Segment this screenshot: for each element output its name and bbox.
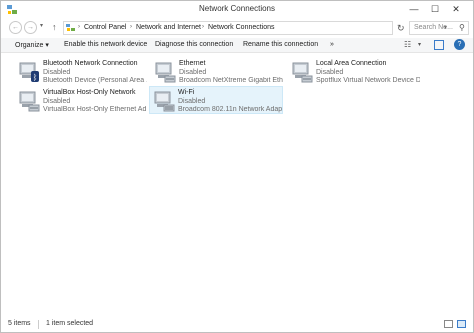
search-placeholder: Search Ne... <box>414 24 453 31</box>
list-item[interactable]: Ethernet Disabled Broadcom NetXtreme Gig… <box>151 58 285 86</box>
forward-button[interactable]: → <box>24 21 37 34</box>
breadcrumb-network-and-internet[interactable]: Network and Internet <box>136 24 201 31</box>
list-item[interactable]: Local Area Connection Disabled Spotflux … <box>288 58 422 86</box>
connections-list: ᛒ Bluetooth Network Connection Disabled … <box>1 54 473 316</box>
svg-text:ᛒ: ᛒ <box>33 73 38 82</box>
enable-device-button[interactable]: Enable this network device <box>64 41 147 48</box>
connection-name: Wi-Fi <box>178 89 195 96</box>
organize-menu[interactable]: Organize ▾ <box>15 41 49 49</box>
recent-locations-chevron-icon[interactable]: ▾ <box>40 22 43 29</box>
breadcrumb-separator-icon: › <box>202 24 204 30</box>
details-view-icon[interactable] <box>444 320 453 328</box>
diagnose-connection-button[interactable]: Diagnose this connection <box>155 41 233 48</box>
navigation-bar: ← → ▾ ↑ › Control Panel › Network and In… <box>1 19 473 37</box>
minimize-button[interactable]: — <box>405 1 423 17</box>
explorer-window: Network Connections — ☐ ✕ ← → ▾ ↑ › Cont… <box>0 0 474 333</box>
list-item[interactable]: ᛒ Bluetooth Network Connection Disabled … <box>15 58 149 86</box>
local-area-adapter-icon <box>292 62 313 83</box>
ethernet-adapter-icon <box>155 62 176 83</box>
connection-status: Disabled <box>178 98 206 105</box>
up-arrow-icon[interactable]: ↑ <box>52 22 57 32</box>
status-bar: 5 items 1 item selected <box>1 317 473 332</box>
view-options-chevron-icon[interactable]: ▾ <box>418 41 421 48</box>
item-count: 5 items <box>8 320 31 327</box>
breadcrumb-separator-icon: › <box>130 24 132 30</box>
maximize-button[interactable]: ☐ <box>426 1 444 17</box>
breadcrumb-separator-icon: › <box>78 24 80 30</box>
preview-pane-icon[interactable] <box>434 40 444 50</box>
status-divider <box>38 320 39 329</box>
breadcrumb-network-connections[interactable]: Network Connections <box>208 24 275 31</box>
connection-name: Ethernet <box>179 60 206 67</box>
connection-status: Disabled <box>43 69 71 76</box>
connection-name: Local Area Connection <box>316 60 387 67</box>
bluetooth-adapter-icon: ᛒ <box>19 62 39 82</box>
virtualbox-adapter-icon <box>19 91 40 112</box>
connection-status: Disabled <box>316 69 344 76</box>
selection-count: 1 item selected <box>46 320 94 327</box>
back-button[interactable]: ← <box>9 21 22 34</box>
connection-status: Disabled <box>179 69 207 76</box>
connection-device: Bluetooth Device (Personal Area ... <box>43 77 147 84</box>
help-icon[interactable]: ? <box>454 39 465 50</box>
more-commands-button[interactable]: » <box>330 41 334 48</box>
breadcrumb-control-panel[interactable]: Control Panel <box>84 24 126 31</box>
connection-device: Broadcom NetXtreme Gigabit Eth... <box>179 77 283 84</box>
address-bar[interactable]: › Control Panel › Network and Internet ›… <box>63 21 447 35</box>
command-bar: Organize ▾ Enable this network device Di… <box>1 38 473 53</box>
search-input[interactable]: Search Ne... ⚲ <box>409 21 469 35</box>
connection-name: VirtualBox Host-Only Network <box>43 89 136 96</box>
refresh-icon[interactable]: ↻ <box>397 23 405 34</box>
connection-name: Bluetooth Network Connection <box>43 60 138 67</box>
connection-status: Disabled <box>43 98 71 105</box>
wifi-adapter-icon <box>154 91 175 112</box>
connection-device: VirtualBox Host-Only Ethernet Ad... <box>43 106 147 113</box>
list-item-selected[interactable]: Wi-Fi Disabled Broadcom 802.11n Network … <box>149 86 283 114</box>
search-icon[interactable]: ⚲ <box>459 23 465 32</box>
connection-device: Spotflux Virtual Network Device D... <box>316 77 420 84</box>
window-title: Network Connections <box>198 4 276 13</box>
large-icons-view-icon[interactable] <box>457 320 466 328</box>
rename-connection-button[interactable]: Rename this connection <box>243 41 318 48</box>
change-view-icon[interactable]: ☷ <box>404 40 411 49</box>
title-bar: Network Connections — ☐ ✕ <box>1 1 473 19</box>
close-button[interactable]: ✕ <box>447 1 465 17</box>
control-panel-icon <box>66 24 75 31</box>
list-item[interactable]: VirtualBox Host-Only Network Disabled Vi… <box>15 87 149 115</box>
connection-device: Broadcom 802.11n Network Adap... <box>178 106 282 113</box>
